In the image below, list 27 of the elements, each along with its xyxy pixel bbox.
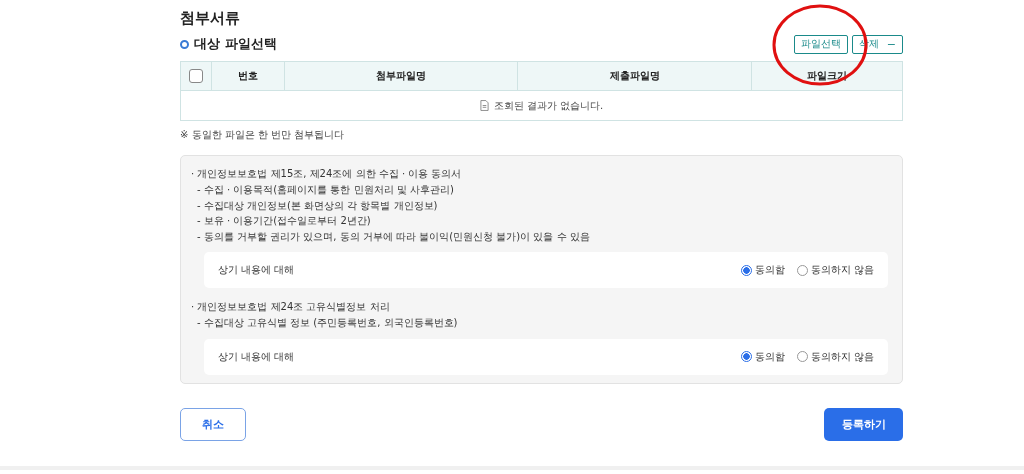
subsection-title: 대상 파일선택 <box>194 35 277 53</box>
column-header: 첨부파일명 <box>284 62 518 90</box>
question-label: 상기 내용에 대해 <box>218 349 295 364</box>
note-text: ※ 동일한 파일은 한 번만 첨부됩니다 <box>180 128 346 142</box>
radio-option[interactable]: 동의하지 않음 <box>796 263 874 277</box>
empty-message: 조회된 결과가 없습니다. <box>493 98 604 113</box>
file-select-button[interactable]: 파일선택 <box>793 34 848 54</box>
section-title: 첨부서류 <box>180 8 241 28</box>
document-icon <box>479 100 489 111</box>
bullet-icon <box>180 39 189 49</box>
consent-heading: · 개인정보보호법 제15조, 제24조에 의한 수집 · 이용 동의서 <box>191 167 463 181</box>
submit-button[interactable]: 등록하기 <box>824 407 903 441</box>
consent-item: - 보유 · 이용기간(접수일로부터 2년간) <box>196 214 372 228</box>
cancel-button[interactable]: 취소 <box>180 407 246 441</box>
radio-option[interactable]: 동의함 <box>740 349 785 364</box>
select-all-checkbox[interactable] <box>189 69 203 83</box>
radio-option[interactable]: 동의하지 않음 <box>796 349 874 364</box>
radio-option[interactable]: 동의함 <box>740 263 785 277</box>
question-label: 상기 내용에 대해 <box>218 263 295 277</box>
column-header: 제출파일명 <box>517 62 752 90</box>
column-header: 번호 <box>211 62 284 90</box>
consent-item: - 수집 · 이용목적(홈페이지를 통한 민원처리 및 사후관리) <box>196 183 455 197</box>
column-header: 파일크기 <box>751 62 902 90</box>
consent-heading: · 개인정보보호법 제24조 고유식별정보 처리 <box>191 300 391 314</box>
consent-item: - 수집대상 고유식별 정보 (주민등록번호, 외국인등록번호) <box>196 316 459 330</box>
consent-item: - 동의를 거부할 권리가 있으며, 동의 거부에 따라 불이익(민원신청 불가)이 있을 수 있음 <box>196 229 591 244</box>
consent-item: - 수집대상 개인정보(본 화면상의 각 항목별 개인정보) <box>196 198 439 213</box>
